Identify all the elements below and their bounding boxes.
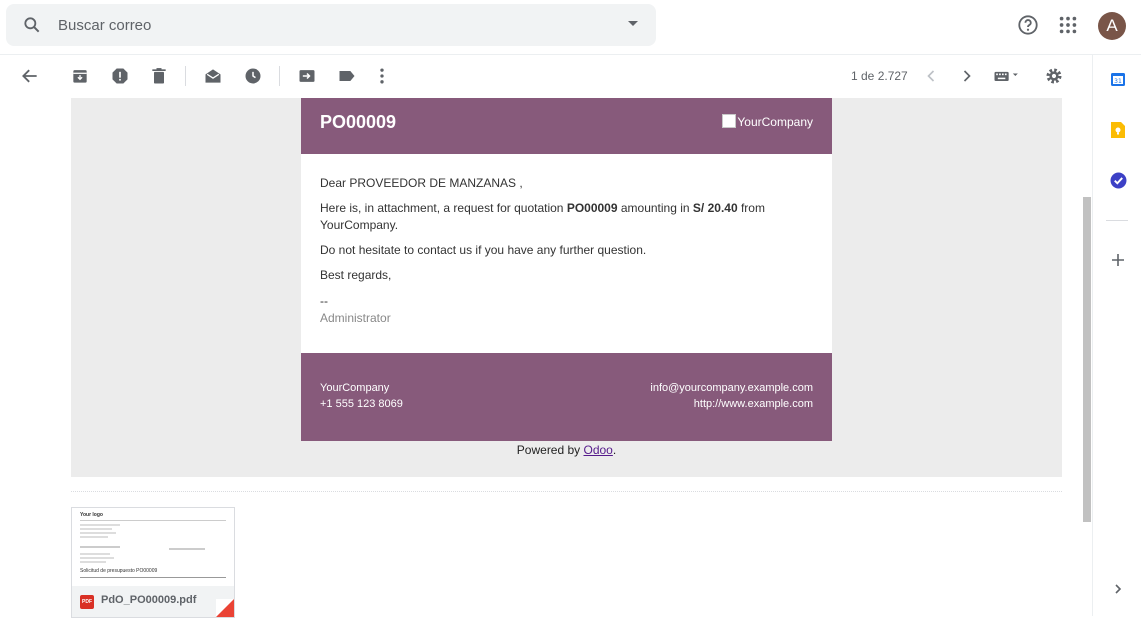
powered-prefix: Powered by — [516, 443, 584, 457]
side-panel-divider — [1106, 220, 1128, 221]
help-icon[interactable] — [1017, 14, 1039, 36]
footer-phone: +1 555 123 8069 — [320, 398, 403, 410]
preview-line — [80, 532, 116, 534]
intro-line2: YourCompany. — [320, 218, 399, 232]
po-number: PO00009 — [320, 112, 397, 132]
broken-image-icon — [722, 114, 737, 128]
signature-dashes: -- — [320, 294, 328, 308]
toolbar-separator — [279, 66, 280, 86]
svg-text:31: 31 — [1114, 78, 1122, 85]
page-fold-icon — [216, 599, 234, 617]
add-icon[interactable] — [1111, 253, 1125, 267]
odoo-link[interactable]: Odoo — [584, 443, 613, 457]
powered-by: Powered by Odoo. — [301, 443, 832, 457]
attachment-card[interactable]: Your logo Solicitud de presupuesto PO000… — [71, 507, 235, 618]
intro-suffix: from — [737, 201, 765, 215]
company-logo-alt: YourCompany — [737, 115, 813, 129]
apps-grid-icon[interactable] — [1057, 14, 1079, 36]
pdf-icon: PDF — [80, 595, 94, 609]
more-vert-icon[interactable] — [372, 66, 392, 86]
footer-website[interactable]: http://www.example.com — [694, 398, 813, 410]
snooze-icon[interactable] — [243, 66, 263, 86]
preview-rule — [80, 520, 226, 521]
preview-line — [80, 524, 120, 526]
preview-line — [169, 548, 206, 550]
scrollbar-thumb[interactable] — [1083, 197, 1091, 522]
email-header: PO00009 YourCompany — [301, 98, 832, 154]
move-to-icon[interactable] — [297, 66, 317, 86]
email-footer: YourCompany +1 555 123 8069 info@yourcom… — [301, 353, 832, 441]
preview-line — [80, 546, 120, 548]
footer-company: YourCompany — [320, 382, 390, 394]
avatar[interactable]: A — [1098, 12, 1126, 40]
contact-line: Do not hesitate to contact us if you hav… — [320, 243, 647, 257]
label-icon[interactable] — [337, 66, 357, 86]
greeting: Dear PROVEEDOR DE MANZANAS , — [320, 176, 523, 190]
powered-suffix: . — [612, 443, 617, 457]
preview-line — [80, 553, 110, 555]
chevron-down-icon[interactable] — [628, 21, 638, 26]
report-spam-icon[interactable] — [110, 66, 130, 86]
search-input[interactable]: Buscar correo — [58, 17, 151, 34]
toolbar-separator — [185, 66, 186, 86]
attachment-filename[interactable]: PdO_PO00009.pdf — [101, 594, 196, 606]
preview-line — [80, 557, 114, 559]
mark-unread-icon[interactable] — [203, 66, 223, 86]
closing: Best regards, — [320, 268, 392, 282]
header-divider — [0, 54, 1141, 55]
page-count: 1 de 2.727 — [851, 69, 908, 83]
search-bar[interactable]: Buscar correo — [6, 4, 656, 46]
preview-logo: Your logo — [80, 512, 103, 518]
attachment-divider — [71, 491, 1062, 492]
tasks-icon[interactable] — [1110, 172, 1127, 189]
chevron-right-icon[interactable] — [1112, 583, 1124, 595]
preview-line — [80, 561, 106, 563]
calendar-icon[interactable]: 31 — [1110, 71, 1126, 87]
settings-icon[interactable] — [1044, 66, 1064, 86]
intro-middle: amounting in — [617, 201, 693, 215]
intro-amount: S/ 20.40 — [692, 201, 738, 215]
chevron-left-icon[interactable] — [921, 66, 941, 86]
intro-paragraph: Here is, in attachment, a request for qu… — [320, 200, 810, 234]
preview-title: Solicitud de presupuesto PO00009 — [80, 568, 158, 574]
archive-icon[interactable] — [70, 66, 90, 86]
preview-table-rule — [80, 577, 226, 578]
delete-icon[interactable] — [149, 66, 169, 86]
chevron-right-icon[interactable] — [957, 66, 977, 86]
intro-prefix: Here is, in attachment, a request for qu… — [320, 201, 567, 215]
keyboard-icon[interactable] — [990, 66, 1024, 86]
search-icon[interactable] — [22, 15, 42, 35]
company-logo: YourCompany — [722, 114, 813, 129]
intro-po: PO00009 — [566, 201, 618, 215]
attachment-preview: Your logo Solicitud de presupuesto PO000… — [80, 513, 226, 578]
preview-line — [80, 536, 108, 538]
preview-line — [80, 528, 112, 530]
footer-email[interactable]: info@yourcompany.example.com — [650, 382, 813, 394]
email-body: Dear PROVEEDOR DE MANZANAS , Here is, in… — [301, 154, 832, 353]
keep-icon[interactable] — [1110, 121, 1126, 139]
back-arrow-icon[interactable] — [20, 66, 40, 86]
signature: Administrator — [320, 311, 391, 325]
side-panel: 31 — [1092, 55, 1141, 616]
